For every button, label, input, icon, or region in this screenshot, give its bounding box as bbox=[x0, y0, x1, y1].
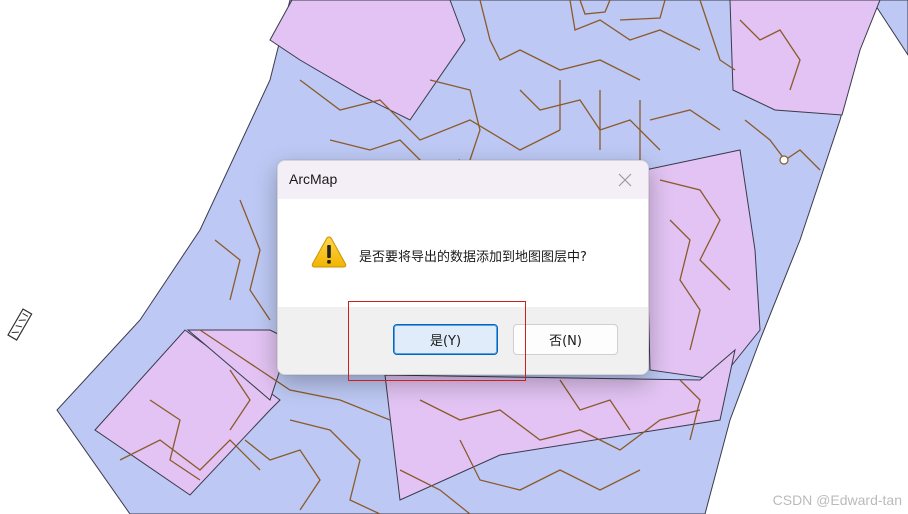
warning-icon bbox=[311, 236, 347, 268]
north-arrow-icon bbox=[7, 308, 33, 341]
close-icon bbox=[618, 173, 632, 187]
watermark: CSDN @Edward-tan bbox=[772, 492, 902, 508]
map-parcel bbox=[729, 0, 881, 116]
dialog-message: 是否要将导出的数据添加到地图图层中? bbox=[359, 250, 587, 265]
dialog-footer: 是(Y) 否(N) bbox=[278, 307, 648, 374]
close-button[interactable] bbox=[612, 167, 638, 193]
dialog-titlebar[interactable]: ArcMap bbox=[278, 161, 648, 199]
map-node bbox=[779, 155, 789, 165]
map-parcel bbox=[644, 149, 761, 381]
dialog-title: ArcMap bbox=[289, 171, 338, 187]
yes-button[interactable]: 是(Y) bbox=[393, 324, 498, 355]
dialog-message-area: 是否要将导出的数据添加到地图图层中? bbox=[278, 199, 648, 307]
arcmap-dialog: ArcMap 是否要将导出的数据添加到地图图层中? 是(Y) 否(N) bbox=[277, 160, 649, 375]
no-button[interactable]: 否(N) bbox=[513, 324, 618, 355]
